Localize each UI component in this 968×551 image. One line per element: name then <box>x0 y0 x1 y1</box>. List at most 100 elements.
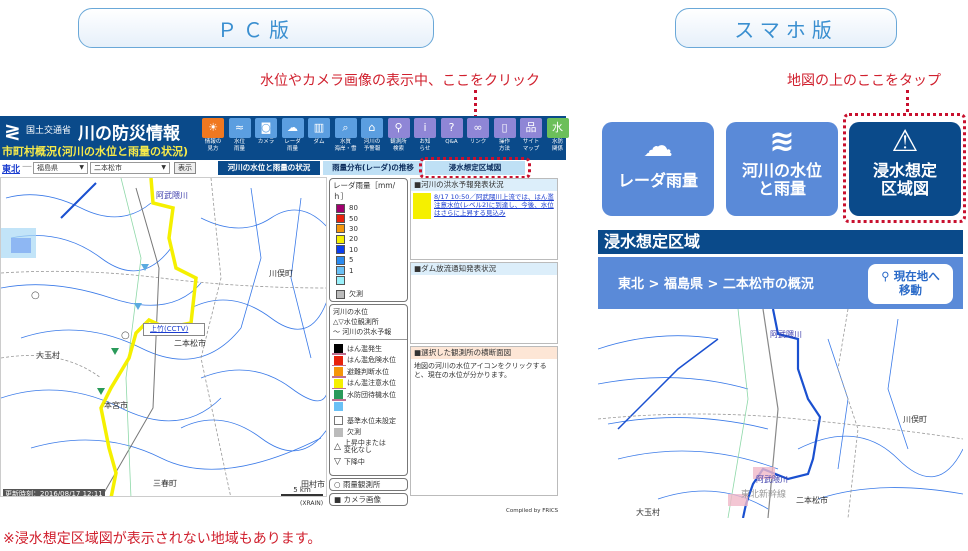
triangle-up-icon: △ <box>334 442 341 452</box>
nav-item-radar[interactable]: ☁ レーダ 雨量 <box>280 118 306 153</box>
nav-item-camera[interactable]: ◙ カメラ <box>253 118 279 153</box>
nav-item-howto[interactable]: ▯ 操作 方法 <box>492 118 518 153</box>
legend-label: 上昇中または 変化なし <box>343 439 386 454</box>
color-swatch <box>334 416 343 426</box>
tab-radar-rain-transition[interactable]: 雨量分布(レーダ)の推移 <box>323 161 423 175</box>
river-line <box>190 299 326 330</box>
legend-station-label: △▽水位観測所 <box>333 318 379 326</box>
map-label-otama: 大玉村 <box>636 508 660 517</box>
data-source-label: (XRAIN) <box>300 500 324 507</box>
site-title[interactable]: 川の防災情報 <box>78 119 180 144</box>
rain-station-legend[interactable]: ○ 雨量観測所 <box>329 478 408 491</box>
flood-forecast-item: 8/17 10:50／阿武隈川上流では、はん濫注意水位(レベル2)に到達し、今後… <box>413 193 555 219</box>
legend-label: 50 <box>349 214 358 223</box>
nav-label: 水防 関係 <box>551 139 563 152</box>
chevron-down-icon: ▼ <box>161 164 166 171</box>
location-pin-icon: ⚲ <box>881 269 894 283</box>
legend-label: 欠測 <box>349 290 363 299</box>
map-label-river: 阿武隈川 <box>756 475 788 484</box>
nav-item-notice[interactable]: i お知 らせ <box>412 118 438 153</box>
nav-item-guide[interactable]: ☀ 情報の 見方 <box>200 118 226 153</box>
legend-label: 水防団待機水位 <box>347 390 396 399</box>
nav-item-flood-defense[interactable]: 水水防 関係 <box>545 118 571 153</box>
map-graphics: ○ ○ <box>1 178 326 496</box>
button-label: 現在地へ 移動 <box>893 269 940 297</box>
dam-icon: ▥ <box>308 118 330 138</box>
color-swatch <box>336 214 345 224</box>
radar-rain-legend: レーダ雨量［mm/ｈ］ 80 50 30 20 10 5 1 欠測 <box>329 178 408 302</box>
smartphone-version-label: スマホ版 <box>675 8 897 48</box>
legend-forecast-label: 〜 河川の洪水予報 <box>333 328 392 336</box>
legend-row: 20 <box>330 234 407 244</box>
main-nav: ☀ 情報の 見方 ≈ 水位 雨量 ◙ カメラ ☁ レーダ 雨量 ▥ ダム ⌕ 水質 海岸・雪… <box>200 118 571 153</box>
river-line <box>30 437 322 470</box>
water-gauge-icon: ≋ <box>769 124 795 159</box>
nav-item-dam[interactable]: ▥ ダム <box>306 118 332 153</box>
cross-section-hint: 地図の河川の水位アイコンをクリックすると、現在の水位が分かります。 <box>414 362 547 379</box>
camera-popup-link[interactable]: 上竹(CCTV) <box>143 323 205 336</box>
breadcrumb[interactable]: 東北 > 福島県 > 二本松市の概況 <box>618 273 814 292</box>
nav-item-sitemap[interactable]: 品サイト マップ <box>518 118 544 153</box>
nav-label: 操作 方法 <box>498 139 510 152</box>
sp-breadcrumb-bar: 東北 > 福島県 > 二本松市の概況 ⚲ 現在地へ 移動 <box>598 257 963 309</box>
footnote: ※浸水想定区域図が表示されない地域もあります。 <box>3 531 322 547</box>
tab-river-level-rain[interactable]: 河川の水位と雨量の状況 <box>218 161 320 175</box>
pc-site-header: ≷ 国土交通省 川の防災情報 市町村概況(河川の水位と雨量の状況) ☀ 情報の 見… <box>0 116 569 160</box>
rain-cloud-icon: ☁ <box>281 118 304 138</box>
map-label-nihonmatsu: 二本松市 <box>796 496 828 505</box>
rain-drop-icon: ○ <box>334 480 343 489</box>
pc-map[interactable]: ○ ○ 阿武隈川 川俣町 大玉村 二本松市 本宮市 三春町 田村市 上竹(CCT… <box>0 177 327 497</box>
region-link[interactable]: 東北 <box>2 162 20 175</box>
nav-item-river-warning[interactable]: ⌂ 河川の 予警報 <box>359 118 385 153</box>
color-swatch <box>334 427 343 437</box>
move-to-current-location-button[interactable]: ⚲ 現在地へ 移動 <box>868 264 953 304</box>
legend-row: はん濫危険水位 <box>330 355 407 366</box>
city-select[interactable]: 二本松市 ▼ <box>90 162 170 174</box>
nav-item-link[interactable]: ∞ リンク <box>465 118 491 153</box>
sp-map[interactable]: 阿武隈川 川俣町 阿武隈川 東北新幹線 二本松市 大玉村 <box>598 309 963 518</box>
ministry-name: 国土交通省 <box>26 126 72 136</box>
sp-radar-rain-button[interactable]: ☁ レーダ雨量 <box>602 122 714 216</box>
river-line <box>797 435 963 477</box>
water-gauge-icon: ≈ <box>228 118 251 138</box>
callout-pointer-line <box>906 90 909 112</box>
river-line <box>200 209 326 229</box>
color-swatch <box>336 255 345 265</box>
panel-title: ■選択した観測所の横断面図 <box>411 347 557 359</box>
sp-river-level-button[interactable]: ≋ 河川の水位 と雨量 <box>726 122 838 216</box>
question-icon: ? <box>440 118 463 138</box>
legend-label: カメラ画像 <box>343 495 381 504</box>
mlit-logo-icon: ≷ <box>4 119 21 143</box>
nav-item-water-quality[interactable]: ⌕ 水質 海岸・雪 <box>333 118 359 153</box>
link-icon: ∞ <box>467 118 489 138</box>
flood-forecast-link[interactable]: 8/17 10:50／阿武隈川上流では、はん濫注意水位(レベル2)に到達し、今後… <box>431 193 555 219</box>
nav-item-water-level[interactable]: ≈ 水位 雨量 <box>227 118 253 153</box>
legend-row: 10 <box>330 245 407 255</box>
sp-callout-text: 地図の上のここをタップ <box>787 73 941 89</box>
camera-legend[interactable]: ■ カメラ画像 <box>329 493 408 506</box>
nav-label: ダム <box>313 139 325 145</box>
pc-callout-text: 水位やカメラ画像の表示中、ここをクリック <box>260 73 540 89</box>
mouse-icon: ▯ <box>493 118 516 138</box>
river-line <box>180 419 326 452</box>
legend-label: 5 <box>349 256 354 265</box>
page-subtitle: 市町村概況(河川の水位と雨量の状況) <box>2 145 189 158</box>
show-button[interactable]: 表示 <box>174 162 196 174</box>
nav-label: サイト マップ <box>522 139 540 152</box>
river-line <box>887 318 909 450</box>
legend-row: 80 <box>330 203 407 213</box>
map-label-river: 阿武隈川 <box>770 330 802 339</box>
legend-label: 欠測 <box>347 428 361 437</box>
flood-defense-icon: 水 <box>546 118 569 138</box>
compiled-by-label: Compiled by FRICS <box>506 508 559 514</box>
nav-item-station-search[interactable]: ⚲ 観測所 検索 <box>386 118 412 153</box>
prefecture-value: 福島県 <box>37 164 58 172</box>
nav-label: 河川の 予警報 <box>363 139 381 152</box>
nav-item-qa[interactable]: ? Q&A <box>439 118 465 153</box>
river-line <box>817 487 963 500</box>
level-color-swatch <box>413 193 431 219</box>
legend-row: 30 <box>330 224 407 234</box>
prefecture-select[interactable]: 福島県 ▼ <box>33 162 88 174</box>
map-label-shinkansen: 東北新幹線 <box>741 490 787 500</box>
color-swatch <box>336 266 345 276</box>
